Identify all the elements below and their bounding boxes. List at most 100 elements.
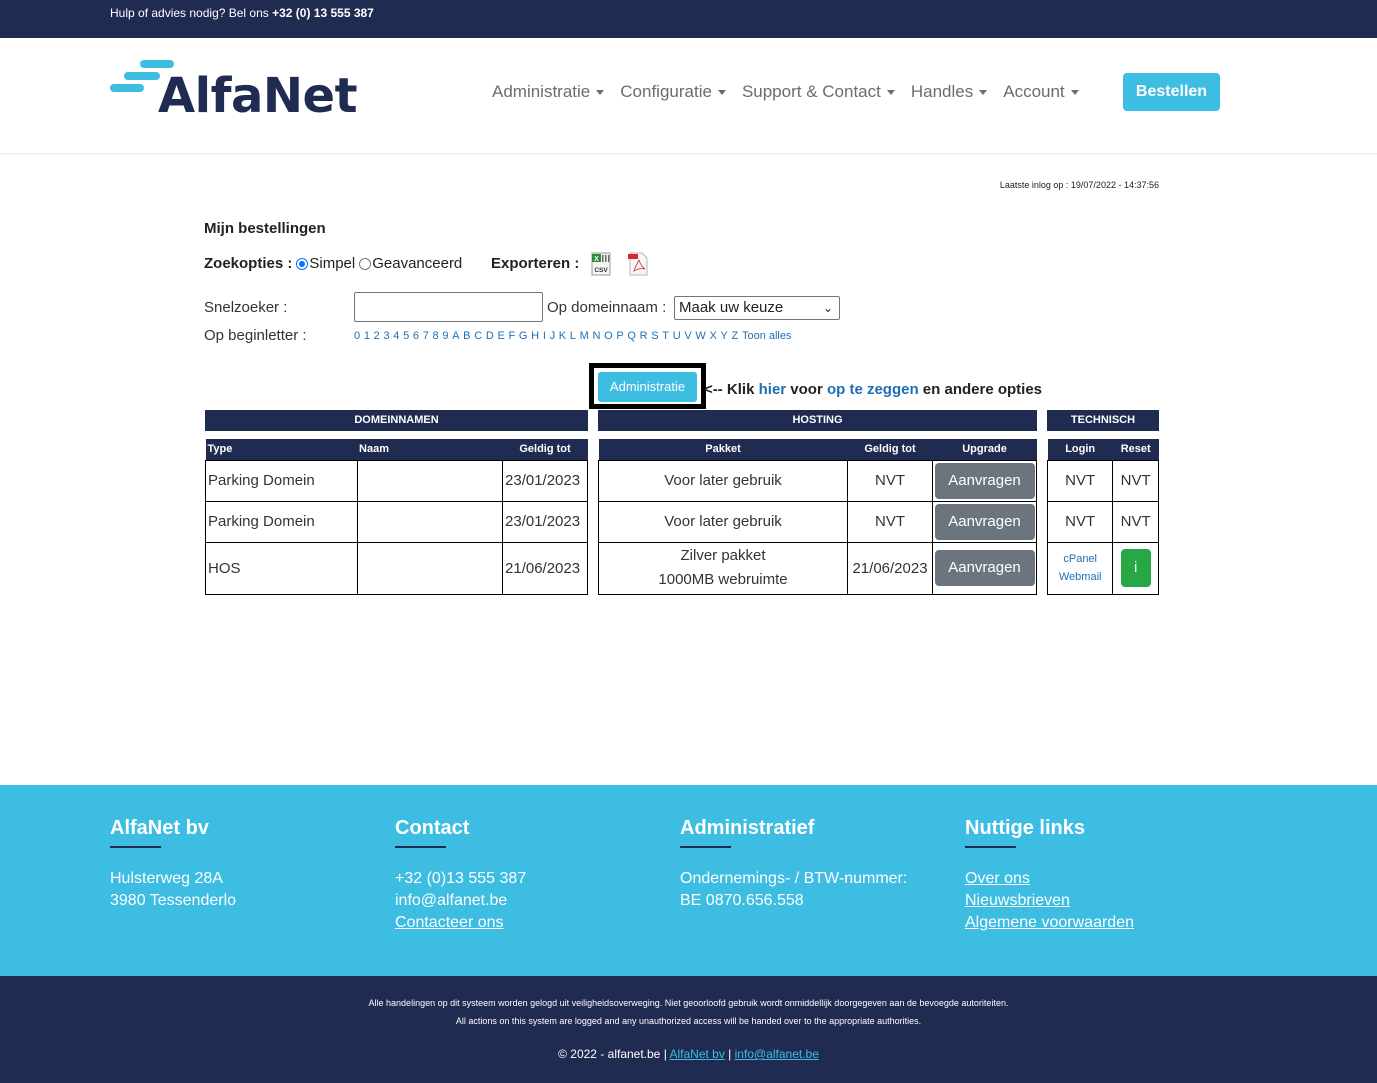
domain-select[interactable]: Maak uw keuze ⌄ [674, 296, 840, 320]
nav-administratie[interactable]: Administratie [492, 82, 605, 102]
main-nav: Administratie Configuratie Support & Con… [492, 80, 1095, 104]
letter-link[interactable]: W [695, 330, 705, 342]
footer-links: Nuttige links Over ons Nieuwsbrieven Alg… [965, 817, 1134, 934]
address-line: Hulsterweg 28A [110, 870, 223, 887]
quick-search-input[interactable] [354, 292, 543, 322]
table-row: NVT NVT [1046, 500, 1159, 543]
cell-login: cPanel Webmail [1046, 541, 1114, 595]
table-row: HOS 21/06/2023 [205, 541, 588, 595]
letter-link[interactable]: U [673, 330, 681, 342]
letter-link[interactable]: S [651, 330, 658, 342]
cell-valid: 21/06/2023 [502, 541, 588, 595]
letter-link[interactable]: 5 [403, 330, 409, 342]
letter-link[interactable]: M [580, 330, 589, 342]
col-upgrade: Upgrade [932, 439, 1037, 460]
logo-stripe [124, 72, 160, 80]
link-voorwaarden[interactable]: Algemene voorwaarden [965, 912, 1134, 934]
link-nieuwsbrieven[interactable]: Nieuwsbrieven [965, 890, 1134, 912]
letter-link[interactable]: J [550, 330, 556, 342]
letter-link[interactable]: P [616, 330, 623, 342]
cell-package: Zilver pakket 1000MB webruimte [597, 541, 849, 595]
cell-name [356, 459, 504, 502]
cell-type: HOS [205, 541, 358, 595]
letter-link[interactable]: A [452, 330, 459, 342]
domain-filter-label: Op domeinnaam : [547, 299, 667, 316]
upgrade-button[interactable]: Aanvragen [934, 462, 1035, 499]
col-package: Pakket [598, 439, 848, 460]
letter-link[interactable]: D [486, 330, 494, 342]
upgrade-button[interactable]: Aanvragen [934, 503, 1035, 540]
footer-company: AlfaNet bv Hulsterweg 28A 3980 Tessender… [110, 817, 236, 912]
letter-link[interactable]: 2 [374, 330, 380, 342]
col-type: Type [205, 439, 358, 460]
letter-link[interactable]: C [474, 330, 482, 342]
letter-link[interactable]: 8 [433, 330, 439, 342]
letter-link[interactable]: G [519, 330, 528, 342]
letter-link[interactable]: Z [732, 330, 739, 342]
footer-company-title: AlfaNet bv [110, 817, 209, 839]
cell-valid: 23/01/2023 [502, 459, 588, 502]
info-button[interactable]: i [1120, 549, 1151, 587]
search-options: Zoekopties : Simpel Geavanceerd [204, 255, 462, 272]
section-hosting: HOSTING [598, 410, 1037, 431]
letter-link[interactable]: L [570, 330, 576, 342]
letter-link[interactable]: 0 [354, 330, 360, 342]
nav-account[interactable]: Account [1003, 82, 1079, 102]
letter-link[interactable]: 4 [393, 330, 399, 342]
divider [395, 846, 446, 848]
hint-link-hier[interactable]: hier [759, 381, 787, 398]
logo[interactable]: AlfaNet [110, 60, 358, 124]
letter-link[interactable]: Toon alles [742, 330, 792, 342]
letter-link[interactable]: O [604, 330, 613, 342]
letter-link[interactable]: E [497, 330, 504, 342]
letter-link[interactable]: 7 [423, 330, 429, 342]
administratie-button[interactable]: Administratie [598, 372, 697, 402]
letter-link[interactable]: 9 [442, 330, 448, 342]
cell-reset: i [1112, 541, 1159, 595]
company-link[interactable]: AlfaNet bv [669, 1047, 724, 1061]
caret-down-icon [1070, 89, 1079, 95]
upgrade-button[interactable]: Aanvragen [934, 550, 1035, 586]
letter-link[interactable]: T [662, 330, 669, 342]
cell-reset: NVT [1112, 500, 1159, 543]
pdf-icon[interactable] [626, 252, 650, 276]
nav-configuratie[interactable]: Configuratie [620, 82, 726, 102]
csv-icon[interactable]: X CSV [589, 252, 613, 276]
cpanel-link[interactable]: cPanel [1050, 550, 1110, 568]
letter-link[interactable]: I [543, 330, 546, 342]
cell-login: NVT [1046, 500, 1114, 543]
letter-link[interactable]: B [463, 330, 470, 342]
caret-down-icon [886, 89, 895, 95]
letter-link[interactable]: Q [627, 330, 636, 342]
divider [110, 846, 161, 848]
letter-link[interactable]: X [709, 330, 716, 342]
letter-link[interactable]: 6 [413, 330, 419, 342]
letter-link[interactable]: H [531, 330, 539, 342]
nav-support-contact[interactable]: Support & Contact [742, 82, 895, 102]
contact-link[interactable]: Contacteer ons [395, 912, 526, 934]
table-row: Parking Domein 23/01/2023 [205, 459, 588, 502]
email-link[interactable]: info@alfanet.be [735, 1047, 819, 1061]
nav-handles[interactable]: Handles [911, 82, 988, 102]
letter-link[interactable]: N [592, 330, 600, 342]
letter-link[interactable]: Y [721, 330, 728, 342]
radio-simple[interactable] [296, 257, 309, 270]
radio-simple-label[interactable]: Simpel [309, 255, 355, 272]
radio-advanced[interactable] [359, 257, 372, 270]
letter-link[interactable]: R [640, 330, 648, 342]
hint-link-opzeggen[interactable]: op te zeggen [827, 381, 919, 398]
cell-upgrade: Aanvragen [932, 459, 1037, 502]
link-over-ons[interactable]: Over ons [965, 868, 1134, 890]
webmail-link[interactable]: Webmail [1050, 568, 1110, 586]
divider [965, 846, 1016, 848]
letter-link[interactable]: K [559, 330, 566, 342]
letter-link[interactable]: F [509, 330, 516, 342]
top-bar: Hulp of advies nodig? Bel ons +32 (0) 13… [0, 0, 1377, 38]
order-button[interactable]: Bestellen [1123, 73, 1220, 111]
footer-contact-title: Contact [395, 817, 470, 839]
letter-link[interactable]: V [684, 330, 691, 342]
letter-link[interactable]: 1 [364, 330, 370, 342]
radio-advanced-label[interactable]: Geavanceerd [372, 255, 462, 272]
letter-link[interactable]: 3 [383, 330, 389, 342]
caret-down-icon [596, 89, 605, 95]
